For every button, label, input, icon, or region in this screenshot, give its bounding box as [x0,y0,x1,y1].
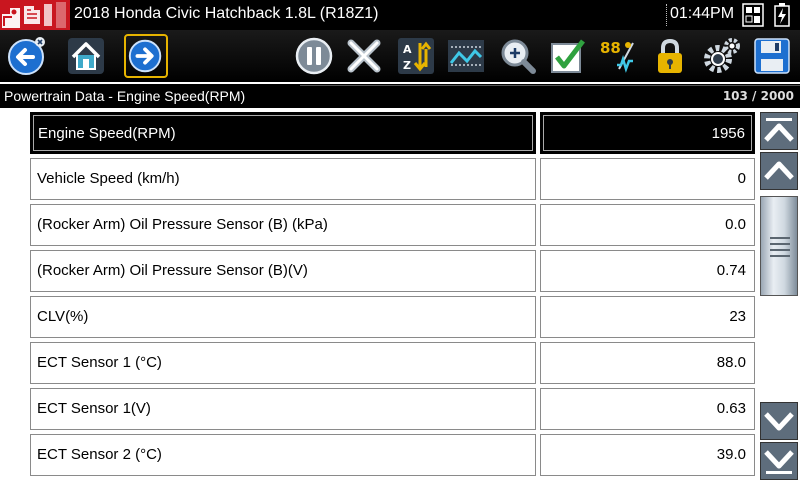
page-title: Powertrain Data - Engine Speed(RPM) [4,88,246,104]
scroll-top-button[interactable] [760,112,798,150]
save-icon [754,38,790,74]
pid-row-ect1-v[interactable]: ECT Sensor 1(V) 0.63 [30,388,756,430]
zoom-button[interactable] [496,34,540,78]
vehicle-title: 2018 Honda Civic Hatchback 1.8L (R18Z1) [74,5,379,22]
graph-view-button[interactable] [444,34,488,78]
sort-button[interactable]: A Z [394,34,438,78]
pid-value: 1956 [540,112,755,154]
sort-az-icon: A Z [398,38,434,74]
pid-value: 0.63 [540,388,755,430]
pid-name: CLV(%) [30,296,536,338]
forward-button[interactable] [124,34,168,78]
clock: 01:44PM [670,5,735,22]
pid-row-ect1-c[interactable]: ECT Sensor 1 (°C) 88.0 [30,342,756,384]
double-chevron-down-icon [760,442,798,480]
forward-arrow-icon [128,39,162,73]
chevron-up-icon [760,152,798,190]
pid-row-clv[interactable]: CLV(%) 23 [30,296,756,338]
data-list-header: Powertrain Data - Engine Speed(RPM) 103 … [0,84,800,108]
back-button[interactable] [4,34,48,78]
chevron-down-icon [760,402,798,440]
svg-text:A: A [403,43,412,56]
pid-value: 0.74 [540,250,755,292]
svg-text:Z: Z [403,59,411,72]
scroll-thumb[interactable] [760,196,798,296]
units-button[interactable]: 88 [596,34,640,78]
settings-button[interactable] [700,34,744,78]
pid-value: 88.0 [540,342,755,384]
pid-list: Engine Speed(RPM) 1956 Vehicle Speed (km… [0,108,760,480]
grip-line [770,243,790,245]
pid-count: 103 / 2000 [722,89,794,103]
connection-status-icon [742,3,764,32]
pid-value: 0 [540,158,755,200]
scroll-down-button[interactable] [760,402,798,440]
pid-value: 39.0 [540,434,755,476]
pid-name: (Rocker Arm) Oil Pressure Sensor (B)(V) [30,250,536,292]
pause-icon [295,37,333,75]
graph-icon [448,40,484,72]
gear-icon [704,38,740,73]
pid-row-vehicle-speed[interactable]: Vehicle Speed (km/h) 0 [30,158,756,200]
pid-name: (Rocker Arm) Oil Pressure Sensor (B) (kP… [30,204,536,246]
pid-name: ECT Sensor 1 (°C) [30,342,536,384]
pid-name: Vehicle Speed (km/h) [30,158,536,200]
pid-name: Engine Speed(RPM) [30,112,536,154]
zoom-icon [501,39,536,74]
home-icon [68,38,104,74]
scroll-up-button[interactable] [760,152,798,190]
scroll-bottom-button[interactable] [760,442,798,480]
units-icon: 88 [600,39,634,73]
grip-line [770,237,790,239]
header-divider [300,85,800,86]
toolbar: A Z 88 [0,30,800,82]
pid-row-ect2-c[interactable]: ECT Sensor 2 (°C) 39.0 [30,434,756,476]
save-button[interactable] [750,34,794,78]
checkmark-icon [551,39,585,73]
scrollbar[interactable] [760,108,800,480]
units-button-label: 88 [600,39,621,57]
double-chevron-up-icon [760,112,798,150]
pid-row-oil-pressure-kpa[interactable]: (Rocker Arm) Oil Pressure Sensor (B) (kP… [30,204,756,246]
title-bar: 2018 Honda Civic Hatchback 1.8L (R18Z1) … [0,0,800,30]
close-icon [347,39,381,73]
grip-line [770,255,790,257]
pid-name: ECT Sensor 2 (°C) [30,434,536,476]
pid-value: 0.0 [540,204,755,246]
select-pids-button[interactable] [546,34,590,78]
pause-button[interactable] [292,34,336,78]
lock-button[interactable] [648,34,692,78]
pid-row-engine-speed[interactable]: Engine Speed(RPM) 1956 [30,112,756,154]
clear-button[interactable] [342,34,386,78]
vehicle-logo-icon [0,0,70,30]
grip-line [770,249,790,251]
home-button[interactable] [64,34,108,78]
pid-name: ECT Sensor 1(V) [30,388,536,430]
pid-value: 23 [540,296,755,338]
pid-row-oil-pressure-v[interactable]: (Rocker Arm) Oil Pressure Sensor (B)(V) … [30,250,756,292]
back-arrow-icon [8,37,45,75]
battery-icon [774,3,790,32]
lock-icon [658,38,682,73]
title-divider [666,4,668,26]
